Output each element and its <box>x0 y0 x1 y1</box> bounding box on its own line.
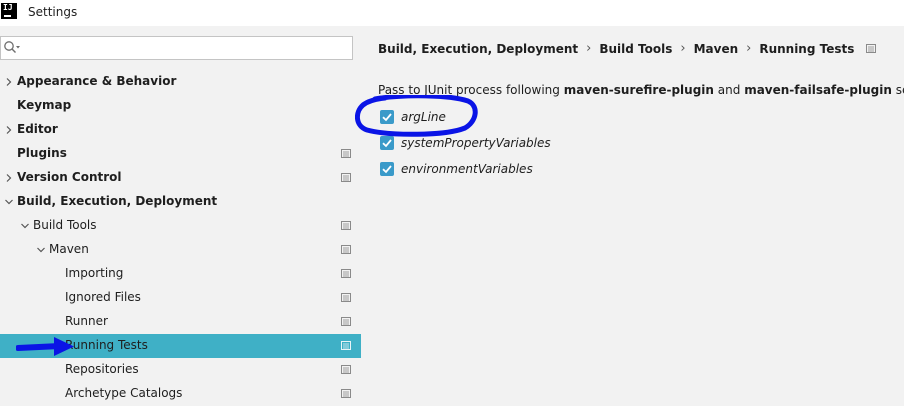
checkmark-icon <box>382 139 392 148</box>
sidebar-item-runner[interactable]: Runner <box>0 310 361 334</box>
sidebar-item-label: Runner <box>65 314 108 328</box>
project-settings-icon <box>341 317 351 326</box>
desc-and: and <box>713 83 745 97</box>
title-bar: IJ Settings <box>0 0 904 26</box>
sidebar-item-label: Running Tests <box>65 338 148 352</box>
sidebar-item-build-execution-deployment[interactable]: Build, Execution, Deployment <box>0 190 361 214</box>
sidebar-item-label: Repositories <box>65 362 139 376</box>
checkbox-row-environment-variables[interactable]: environmentVariables <box>380 160 533 178</box>
system-property-variables-label[interactable]: systemPropertyVariables <box>401 136 551 150</box>
sidebar-item-repositories[interactable]: Repositories <box>0 358 361 382</box>
chevron-down-icon[interactable] <box>36 245 46 255</box>
checkmark-icon <box>382 165 392 174</box>
sidebar-item-ignored-files[interactable]: Ignored Files <box>0 286 361 310</box>
breadcrumb-item: Build Tools <box>599 41 673 56</box>
chevron-right-icon[interactable] <box>4 125 14 135</box>
project-settings-icon <box>341 341 351 350</box>
breadcrumb-separator-icon: › <box>680 41 686 56</box>
system-property-variables-checkbox[interactable] <box>380 136 394 150</box>
breadcrumb-item: Build, Execution, Deployment <box>378 41 579 56</box>
sidebar-item-maven[interactable]: Maven <box>0 238 361 262</box>
sidebar-item-label: Archetype Catalogs <box>65 386 183 400</box>
breadcrumb-separator-icon: › <box>586 41 592 56</box>
sidebar-item-archetype-catalogs[interactable]: Archetype Catalogs <box>0 382 361 406</box>
sidebar-item-label: Version Control <box>17 170 122 184</box>
sidebar-item-version-control[interactable]: Version Control <box>0 166 361 190</box>
annotation-ellipse <box>355 95 478 137</box>
project-settings-icon <box>341 173 351 182</box>
sidebar-item-label: Build, Execution, Deployment <box>17 194 218 208</box>
chevron-right-icon[interactable] <box>4 77 14 87</box>
sidebar-item-label: Ignored Files <box>65 290 141 304</box>
search-icon[interactable] <box>3 40 21 56</box>
breadcrumb: Build, Execution, Deployment › Build Tools… <box>378 41 877 56</box>
breadcrumb-separator-icon: › <box>746 41 752 56</box>
environment-variables-label[interactable]: environmentVariables <box>401 162 533 176</box>
desc-plugin-surefire: maven-surefire-plugin <box>563 83 714 97</box>
chevron-down-icon[interactable] <box>20 221 30 231</box>
sidebar-item-build-tools[interactable]: Build Tools <box>0 214 361 238</box>
sidebar-item-label: Build Tools <box>33 218 97 232</box>
sidebar-item-label: Importing <box>65 266 124 280</box>
settings-search-input[interactable] <box>0 36 353 60</box>
sidebar-item-label: Plugins <box>17 146 67 160</box>
project-settings-icon <box>341 221 351 230</box>
sidebar-item-appearance-behavior[interactable]: Appearance & Behavior <box>0 70 361 94</box>
project-settings-icon <box>341 365 351 374</box>
sidebar-item-plugins[interactable]: Plugins <box>0 142 361 166</box>
sidebar-item-importing[interactable]: Importing <box>0 262 361 286</box>
sidebar-item-keymap[interactable]: Keymap <box>0 94 361 118</box>
sidebar-item-label: Editor <box>17 122 58 136</box>
settings-content-panel: Build, Execution, Deployment › Build Tools… <box>361 26 904 406</box>
sidebar-item-editor[interactable]: Editor <box>0 118 361 142</box>
sidebar-item-label: Maven <box>49 242 89 256</box>
project-settings-icon <box>341 269 351 278</box>
desc-suffix: settings: <box>895 83 904 97</box>
project-settings-icon <box>866 44 877 53</box>
environment-variables-checkbox[interactable] <box>380 162 394 176</box>
intellij-logo-icon: IJ <box>1 3 17 19</box>
annotation-arrow-icon <box>16 337 74 356</box>
desc-plugin-failsafe: maven-failsafe-plugin <box>744 83 892 97</box>
chevron-down-icon[interactable] <box>4 197 14 207</box>
breadcrumb-item: Running Tests <box>759 41 855 56</box>
sidebar-item-label: Keymap <box>17 98 72 112</box>
breadcrumb-item: Maven <box>693 41 739 56</box>
window-title: Settings <box>28 5 78 19</box>
project-settings-icon <box>341 245 351 254</box>
project-settings-icon <box>341 389 351 398</box>
sidebar-item-label: Appearance & Behavior <box>17 74 177 88</box>
chevron-right-icon[interactable] <box>4 173 14 183</box>
project-settings-icon <box>341 293 351 302</box>
project-settings-icon <box>341 149 351 158</box>
